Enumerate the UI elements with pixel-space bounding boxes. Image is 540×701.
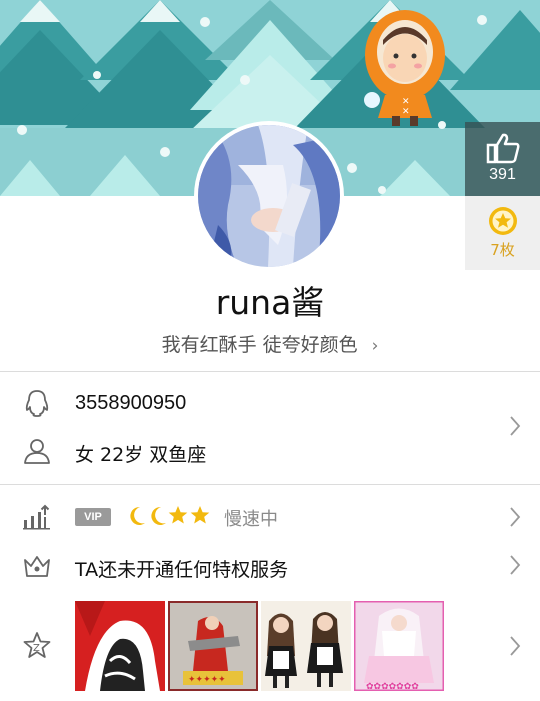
photo-2-image: ✦✦✦✦✦ — [168, 601, 258, 691]
svg-text:✕: ✕ — [402, 97, 410, 107]
basic-info: 女 22岁 双鱼座 — [75, 444, 207, 466]
svg-text:Z: Z — [33, 643, 40, 654]
svg-text:✿✿✿✿✿✿✿: ✿✿✿✿✿✿✿ — [366, 682, 419, 691]
privilege-text: TA还未开通任何特权服务 — [75, 559, 289, 581]
star-icon — [190, 506, 210, 524]
nickname: runa酱 — [215, 283, 325, 322]
moon-icon — [130, 506, 145, 525]
medal-button[interactable]: 7枚 — [465, 196, 540, 270]
chevron-right-icon: › — [371, 336, 379, 356]
photo-3-image — [261, 601, 351, 691]
privilege-chevron-right-icon[interactable] — [508, 553, 522, 577]
star-icon — [168, 506, 188, 524]
svg-text:✕: ✕ — [402, 107, 410, 117]
photo-3[interactable] — [261, 601, 351, 691]
thumbs-up-icon — [486, 133, 519, 164]
photo-4-image: ✿✿✿✿✿✿✿ — [354, 601, 444, 691]
vip-speed-status: 慢速中 — [224, 509, 278, 530]
photo-4[interactable]: ✿✿✿✿✿✿✿ — [354, 601, 444, 691]
person-icon — [24, 439, 50, 464]
divider — [0, 371, 540, 372]
vip-chevron-right-icon[interactable] — [508, 505, 522, 529]
medal-count: 7枚 — [490, 241, 515, 259]
moon-icon — [151, 506, 166, 525]
gallery-chevron-right-icon[interactable] — [508, 634, 522, 658]
photo-2[interactable]: ✦✦✦✦✦ — [168, 601, 258, 691]
qq-penguin-icon — [25, 390, 49, 417]
photo-1-image — [75, 601, 165, 691]
crown-icon — [24, 556, 50, 577]
like-count: 391 — [489, 166, 516, 183]
svg-text:✦✦✦✦✦: ✦✦✦✦✦ — [188, 675, 226, 685]
like-button[interactable]: 391 — [465, 122, 540, 196]
divider — [0, 484, 540, 485]
avatar[interactable] — [194, 121, 344, 271]
info-chevron-right-icon[interactable] — [508, 414, 522, 438]
medal-icon — [488, 207, 517, 235]
favorite-star-icon: Z — [23, 632, 51, 658]
level-chart-icon — [23, 504, 50, 530]
vip-tag: VIP — [75, 508, 111, 526]
qq-number: 3558900950 — [75, 392, 187, 414]
signature-text: 我有红酥手 徒夸好颜色 — [161, 334, 358, 356]
photo-1[interactable] — [75, 601, 165, 691]
level-icons — [130, 506, 210, 525]
avatar-image — [198, 125, 340, 267]
signature-row[interactable]: 我有红酥手 徒夸好颜色 › — [0, 330, 540, 357]
